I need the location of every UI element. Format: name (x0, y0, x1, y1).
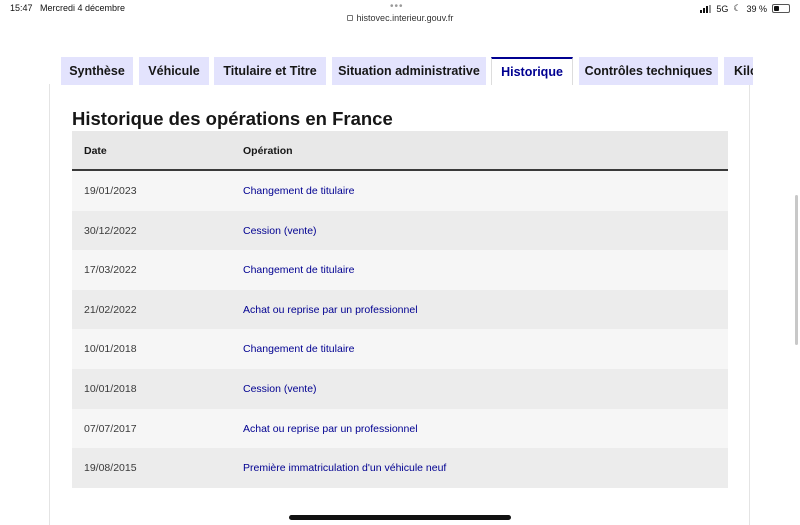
row-date: 10/01/2018 (84, 382, 137, 395)
signal-icon (700, 4, 712, 13)
row-operation: Cession (vente) (243, 224, 317, 237)
table-row: 17/03/2022 Changement de titulaire (72, 250, 728, 290)
status-time: 15:47 (10, 3, 33, 13)
row-date: 21/02/2022 (84, 303, 137, 316)
row-date: 17/03/2022 (84, 264, 137, 277)
operations-table: Date Opération 19/01/2023 Changement de … (72, 131, 728, 488)
status-date: Mercredi 4 décembre (40, 3, 126, 13)
tab-titulaire-et-titre[interactable]: Titulaire et Titre (214, 57, 326, 85)
tab-synthese[interactable]: Synthèse (61, 57, 133, 85)
row-operation: Changement de titulaire (243, 264, 355, 277)
tab-controles-techniques[interactable]: Contrôles techniques (579, 57, 718, 85)
battery-icon (772, 4, 790, 13)
home-indicator[interactable] (289, 515, 511, 520)
row-operation: Première immatriculation d'un véhicule n… (243, 462, 447, 475)
column-header-date: Date (84, 145, 107, 157)
row-date: 10/01/2018 (84, 343, 137, 356)
row-date: 07/07/2017 (84, 422, 137, 435)
tab-vehicule[interactable]: Véhicule (139, 57, 209, 85)
moon-icon: ☾ (733, 3, 742, 13)
status-indicators: 5G ☾ 39 % (700, 3, 790, 14)
row-operation: Achat ou reprise par un professionnel (243, 303, 418, 316)
row-operation: Cession (vente) (243, 382, 317, 395)
network-label: 5G (716, 3, 729, 14)
address-bar[interactable]: histovec.interieur.gouv.fr (0, 13, 800, 23)
table-body: 19/01/2023 Changement de titulaire 30/12… (72, 171, 728, 488)
row-date: 19/08/2015 (84, 462, 137, 475)
table-row: 21/02/2022 Achat ou reprise par un profe… (72, 289, 728, 330)
row-operation: Changement de titulaire (243, 185, 355, 197)
tab-bar: Synthèse Véhicule Titulaire et Titre Sit… (61, 57, 753, 85)
row-date: 19/01/2023 (84, 185, 137, 197)
table-row: 30/12/2022 Cession (vente) (72, 210, 728, 251)
page-title: Historique des opérations en France (72, 108, 393, 129)
scrollbar[interactable] (795, 195, 798, 345)
url-text: histovec.interieur.gouv.fr (356, 13, 454, 23)
status-bar: 15:47 Mercredi 4 décembre ••• histovec.i… (0, 0, 800, 34)
lock-icon (346, 15, 353, 21)
tab-historique[interactable]: Historique (491, 57, 573, 85)
tab-situation-administrative[interactable]: Situation administrative (332, 57, 486, 85)
table-row: 19/08/2015 Première immatriculation d'un… (72, 448, 728, 488)
table-header: Date Opération (72, 131, 728, 171)
row-operation: Changement de titulaire (243, 343, 355, 356)
table-row: 10/01/2018 Changement de titulaire (72, 329, 728, 369)
table-row: 10/01/2018 Cession (vente) (72, 368, 728, 409)
table-row: 19/01/2023 Changement de titulaire (72, 171, 728, 211)
row-date: 30/12/2022 (84, 224, 137, 237)
column-header-operation: Opération (243, 145, 293, 157)
row-operation: Achat ou reprise par un professionnel (243, 422, 418, 435)
tab-kilometrage[interactable]: Kilo (724, 57, 753, 85)
multitasking-dots-icon[interactable]: ••• (390, 1, 404, 12)
table-row: 07/07/2017 Achat ou reprise par un profe… (72, 408, 728, 449)
battery-text: 39 % (746, 3, 767, 14)
